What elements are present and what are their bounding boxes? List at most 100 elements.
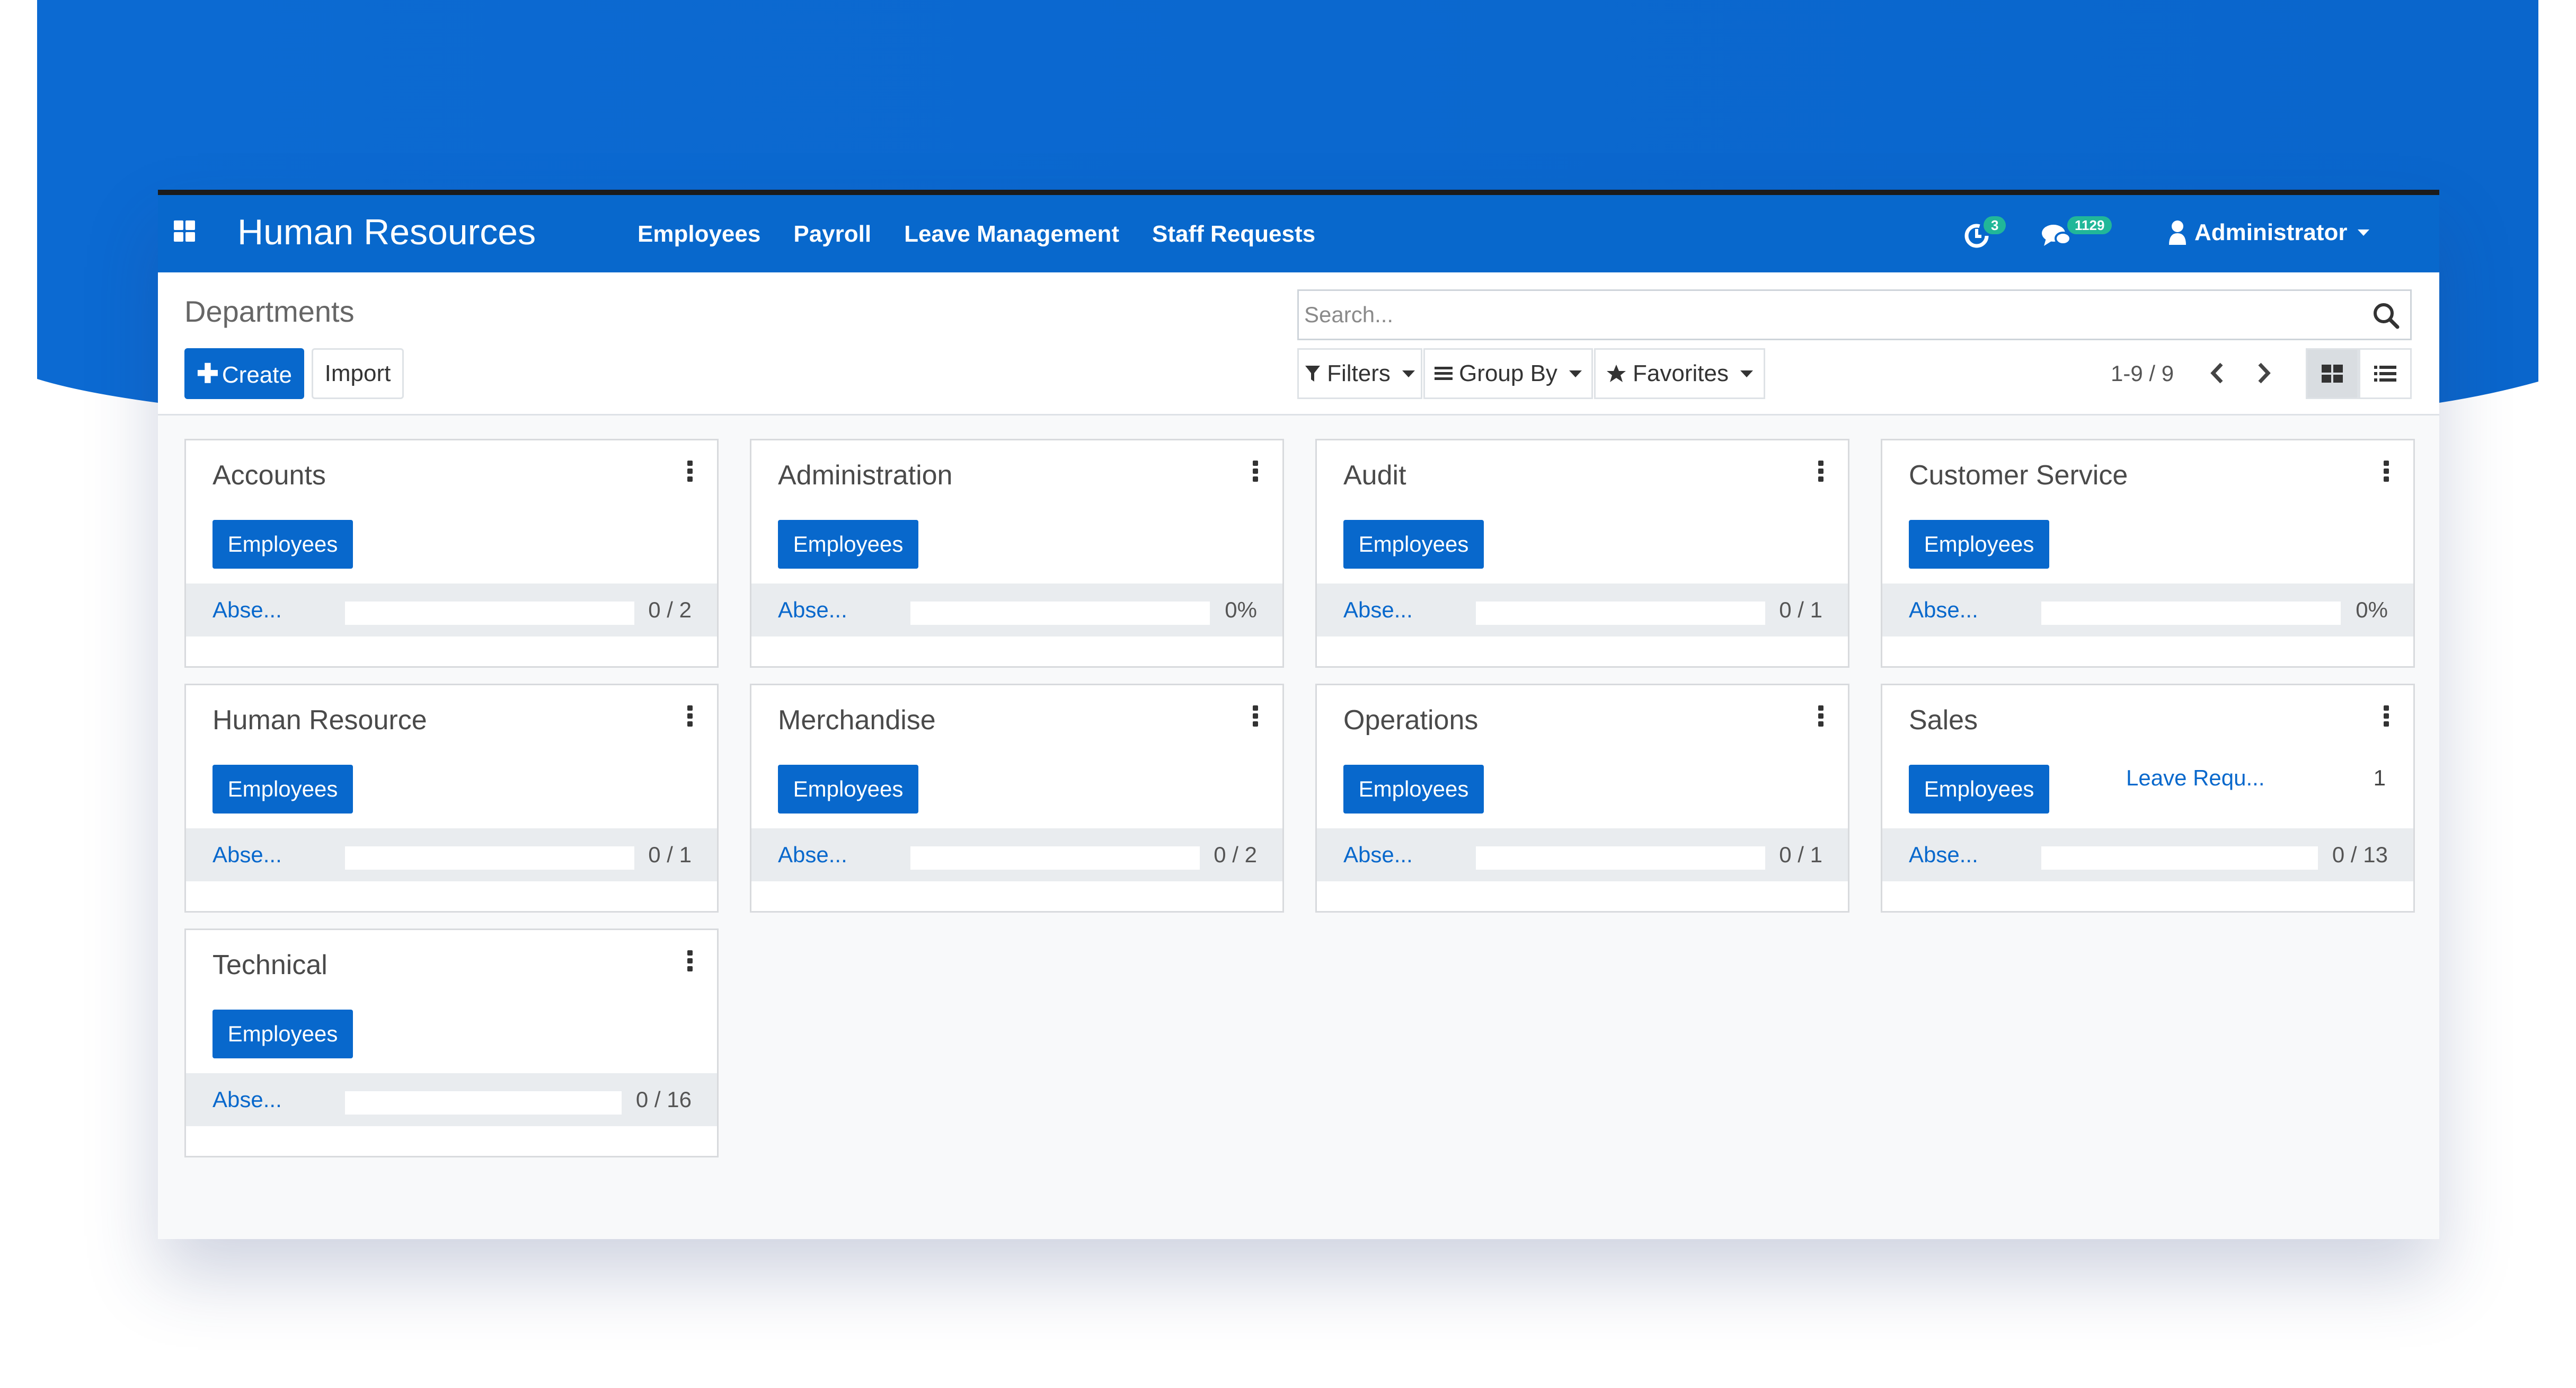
chevron-left-icon[interactable] — [2205, 360, 2231, 386]
create-button[interactable]: ✚ Create — [184, 348, 304, 399]
progress-value: 0 / 13 — [2332, 842, 2388, 867]
department-card[interactable]: Sales Employees Leave Requ... 1 Abse... … — [1881, 684, 2415, 913]
department-card[interactable]: Customer Service Employees Abse... 0% — [1881, 439, 2415, 668]
employees-button[interactable]: Employees — [213, 1010, 353, 1058]
progress-value: 0 / 1 — [1779, 597, 1822, 622]
card-menu-icon[interactable] — [687, 705, 693, 727]
department-name[interactable]: Merchandise — [778, 703, 936, 737]
caret-down-icon — [2358, 229, 2370, 236]
card-menu-icon[interactable] — [2384, 705, 2389, 727]
progress-bar — [1476, 846, 1765, 870]
bars-icon — [1435, 367, 1453, 380]
pager-value[interactable]: 1-9 / 9 — [2111, 348, 2174, 399]
leave-requests-link[interactable]: Leave Requ... — [2126, 762, 2265, 794]
favorites-label: Favorites — [1633, 360, 1729, 386]
messages-menu[interactable]: 1129 — [2041, 216, 2120, 253]
top-navbar: Human Resources Employees Payroll Leave … — [158, 190, 2439, 272]
progress-bar — [345, 846, 634, 870]
employees-button[interactable]: Employees — [1343, 520, 1484, 569]
apps-grid-icon[interactable] — [174, 220, 195, 242]
department-card[interactable]: Technical Employees Abse... 0 / 16 — [184, 929, 719, 1157]
kanban-board: Accounts Employees Abse... 0 / 2 Adminis… — [184, 439, 2415, 1213]
employees-button[interactable]: Employees — [778, 520, 918, 569]
department-name[interactable]: Sales — [1909, 703, 1978, 737]
card-footer: Abse... 0 / 2 — [186, 584, 717, 636]
user-icon — [2169, 220, 2186, 245]
card-footer: Abse... 0 / 16 — [186, 1073, 717, 1126]
search-input[interactable] — [1304, 296, 2338, 333]
absence-link[interactable]: Abse... — [213, 1085, 282, 1115]
absence-link[interactable]: Abse... — [1343, 595, 1413, 625]
caret-down-icon — [1740, 370, 1753, 377]
caret-down-icon — [1402, 370, 1415, 377]
import-button[interactable]: Import — [312, 348, 404, 399]
progress-bar — [345, 1091, 622, 1115]
department-name[interactable]: Audit — [1343, 458, 1406, 492]
department-name[interactable]: Human Resource — [213, 703, 427, 737]
breadcrumb: Departments — [184, 295, 355, 328]
employees-button[interactable]: Employees — [1343, 765, 1484, 814]
employees-button[interactable]: Employees — [1909, 520, 2049, 569]
absence-link[interactable]: Abse... — [213, 840, 282, 870]
department-card[interactable]: Operations Employees Abse... 0 / 1 — [1315, 684, 1849, 913]
app-title[interactable]: Human Resources — [237, 211, 536, 253]
star-icon — [1607, 365, 1626, 382]
group-by-label: Group By — [1459, 360, 1557, 386]
kanban-grid-icon — [2322, 365, 2343, 383]
card-footer: Abse... 0% — [751, 584, 1282, 636]
app-window: Human Resources Employees Payroll Leave … — [158, 190, 2439, 1239]
department-card[interactable]: Administration Employees Abse... 0% — [750, 439, 1284, 668]
user-menu[interactable]: Administrator — [2168, 219, 2370, 246]
progress-bar — [345, 602, 634, 625]
progress-bar — [2041, 846, 2318, 870]
menu-item-payroll[interactable]: Payroll — [793, 220, 871, 248]
card-menu-icon[interactable] — [1818, 461, 1823, 482]
employees-button[interactable]: Employees — [213, 765, 353, 814]
employees-button[interactable]: Employees — [778, 765, 918, 814]
department-name[interactable]: Customer Service — [1909, 458, 2128, 492]
leave-requests-row: Leave Requ... 1 — [2110, 762, 2386, 794]
progress-value: 0 / 1 — [1779, 842, 1822, 867]
favorites-button[interactable]: Favorites — [1594, 348, 1765, 399]
department-name[interactable]: Operations — [1343, 703, 1478, 737]
absence-link[interactable]: Abse... — [1343, 840, 1413, 870]
department-name[interactable]: Technical — [213, 948, 327, 982]
search-icon[interactable] — [2372, 302, 2401, 330]
absence-link[interactable]: Abse... — [213, 595, 282, 625]
card-menu-icon[interactable] — [1253, 705, 1258, 727]
department-name[interactable]: Administration — [778, 458, 952, 492]
main-menu: Employees Payroll Leave Management Staff… — [638, 220, 1315, 248]
menu-item-staff-requests[interactable]: Staff Requests — [1152, 220, 1315, 248]
employees-button[interactable]: Employees — [213, 520, 353, 569]
department-card[interactable]: Audit Employees Abse... 0 / 1 — [1315, 439, 1849, 668]
activity-menu[interactable]: 3 — [1962, 216, 2026, 253]
card-menu-icon[interactable] — [687, 950, 693, 971]
progress-bar — [910, 846, 1200, 870]
department-name[interactable]: Accounts — [213, 458, 326, 492]
absence-link[interactable]: Abse... — [1909, 840, 1978, 870]
card-footer: Abse... 0 / 1 — [1317, 828, 1848, 881]
menu-item-employees[interactable]: Employees — [638, 220, 760, 248]
filters-button[interactable]: Filters — [1297, 348, 1422, 399]
card-menu-icon[interactable] — [1253, 461, 1258, 482]
absence-link[interactable]: Abse... — [1909, 595, 1978, 625]
page: Human Resources Employees Payroll Leave … — [0, 0, 2576, 1388]
card-footer: Abse... 0 / 1 — [1317, 584, 1848, 636]
list-view-button[interactable] — [2359, 348, 2412, 399]
menu-item-leave-management[interactable]: Leave Management — [904, 220, 1119, 248]
card-menu-icon[interactable] — [687, 461, 693, 482]
group-by-button[interactable]: Group By — [1423, 348, 1593, 399]
chevron-right-icon[interactable] — [2250, 360, 2277, 386]
department-card[interactable]: Accounts Employees Abse... 0 / 2 — [184, 439, 719, 668]
department-card[interactable]: Merchandise Employees Abse... 0 / 2 — [750, 684, 1284, 913]
employees-button[interactable]: Employees — [1909, 765, 2049, 814]
card-menu-icon[interactable] — [2384, 461, 2389, 482]
card-menu-icon[interactable] — [1818, 705, 1823, 727]
absence-link[interactable]: Abse... — [778, 595, 847, 625]
absence-link[interactable]: Abse... — [778, 840, 847, 870]
department-card[interactable]: Human Resource Employees Abse... 0 / 1 — [184, 684, 719, 913]
progress-bar — [910, 602, 1210, 625]
plus-icon: ✚ — [197, 359, 219, 388]
kanban-view-button[interactable] — [2306, 348, 2359, 399]
progress-value: 0 / 1 — [648, 842, 692, 867]
